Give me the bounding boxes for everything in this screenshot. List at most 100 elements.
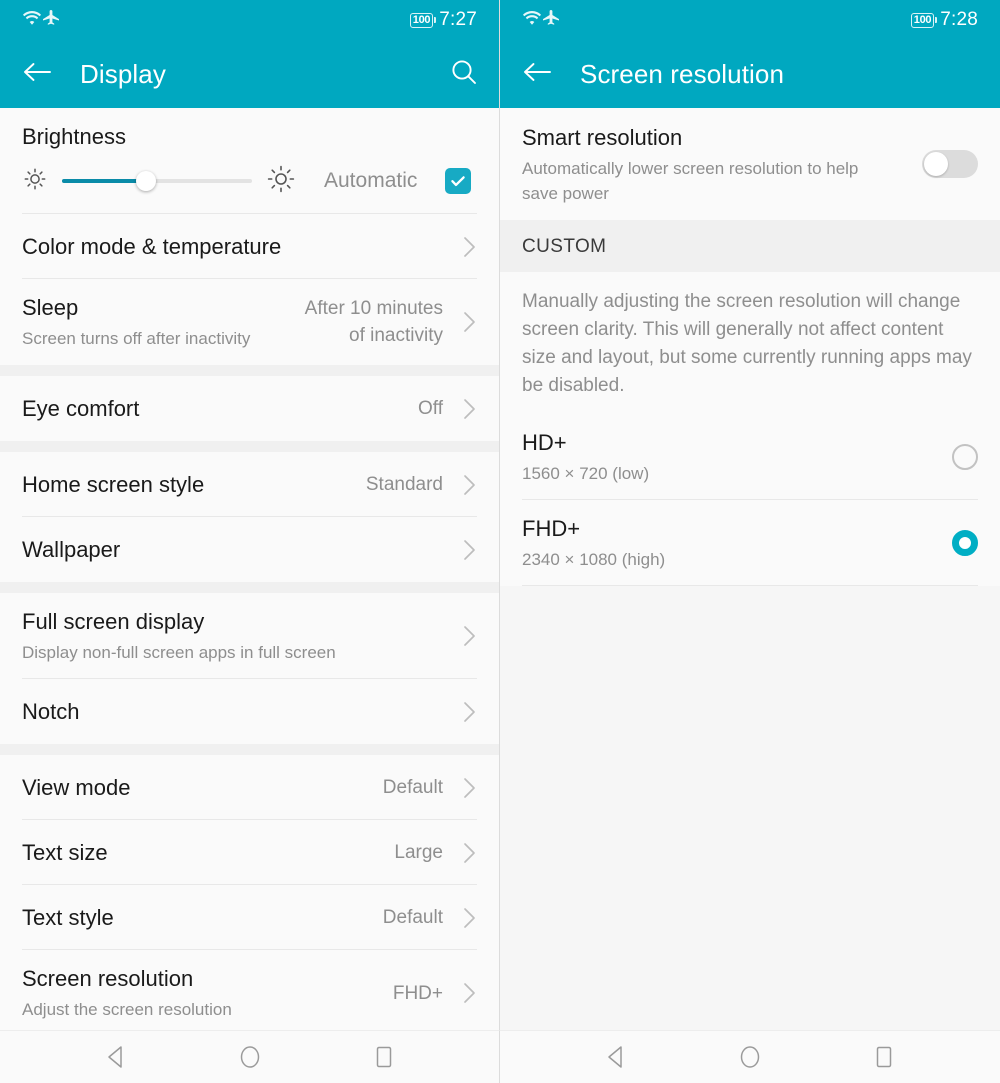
group-fullscreen-notch: Full screen display Display non-full scr… bbox=[0, 593, 499, 744]
radio-hd-plus[interactable] bbox=[952, 444, 978, 470]
slider-fill bbox=[62, 179, 146, 183]
row-title: Notch bbox=[22, 698, 80, 724]
row-view-mode[interactable]: View mode Default bbox=[0, 755, 499, 820]
row-option-fhd-plus[interactable]: FHD+ 2340 × 1080 (high) bbox=[500, 500, 1000, 586]
row-text-size[interactable]: Text size Large bbox=[0, 820, 499, 885]
wifi-icon bbox=[522, 10, 542, 31]
row-subtitle: Adjust the screen resolution bbox=[22, 1000, 232, 1019]
nav-recents-square-icon[interactable] bbox=[867, 1040, 901, 1074]
row-title: Smart resolution bbox=[522, 124, 683, 150]
row-color-mode-temperature[interactable]: Color mode & temperature bbox=[0, 214, 499, 279]
row-subtitle: Display non-full screen apps in full scr… bbox=[22, 643, 336, 662]
automatic-checkbox[interactable] bbox=[445, 168, 472, 194]
nav-back-triangle-icon[interactable] bbox=[599, 1040, 633, 1074]
app-bar-display: Display bbox=[0, 40, 499, 108]
row-text: Home screen style bbox=[22, 456, 366, 514]
toggle-knob bbox=[924, 152, 948, 176]
page-title: Display bbox=[80, 58, 166, 89]
row-value: FHD+ bbox=[392, 982, 443, 1004]
row-full-screen-display[interactable]: Full screen display Display non-full scr… bbox=[0, 593, 499, 679]
row-text: Text style bbox=[22, 889, 383, 947]
radio-fhd-plus[interactable] bbox=[952, 530, 978, 556]
status-bar-right: 100 7:28 bbox=[500, 0, 1000, 40]
chevron-right-icon bbox=[451, 538, 477, 562]
row-eye-comfort[interactable]: Eye comfort Off bbox=[0, 376, 499, 441]
row-subtitle: Automatically lower screen resolution to… bbox=[522, 158, 859, 203]
option-subtitle: 2340 × 1080 (high) bbox=[522, 550, 666, 569]
group-home-wallpaper: Home screen style Standard Wallpaper bbox=[0, 452, 499, 582]
chevron-right-icon bbox=[451, 624, 477, 648]
option-title: HD+ bbox=[522, 430, 567, 455]
option-subtitle: 1560 × 720 (low) bbox=[522, 464, 650, 483]
brightness-label: Brightness bbox=[22, 124, 126, 149]
row-value: Large bbox=[394, 842, 443, 863]
row-text-style[interactable]: Text style Default bbox=[0, 885, 499, 950]
chevron-right-icon bbox=[451, 906, 477, 930]
status-bar-right: 100 7:27 bbox=[409, 9, 477, 31]
nav-home-circle-icon[interactable] bbox=[733, 1040, 767, 1074]
custom-section-header: CUSTOM bbox=[500, 220, 1000, 272]
row-notch[interactable]: Notch bbox=[0, 679, 499, 744]
airplane-mode-icon bbox=[42, 9, 60, 31]
row-home-screen-style[interactable]: Home screen style Standard bbox=[0, 452, 499, 517]
battery-icon: 100 bbox=[910, 12, 938, 28]
smart-resolution-toggle[interactable] bbox=[922, 150, 978, 178]
search-icon[interactable] bbox=[449, 57, 479, 92]
back-arrow-icon[interactable] bbox=[522, 60, 552, 89]
row-title: Sleep bbox=[22, 295, 79, 320]
chevron-right-icon bbox=[451, 397, 477, 421]
chevron-right-icon bbox=[451, 776, 477, 800]
row-smart-resolution[interactable]: Smart resolution Automatically lower scr… bbox=[500, 108, 1000, 220]
row-value: Off bbox=[418, 398, 443, 419]
back-arrow-icon[interactable] bbox=[22, 60, 52, 89]
row-text: Notch bbox=[22, 683, 443, 741]
row-title: Home screen style bbox=[22, 471, 205, 497]
nav-home-circle-icon[interactable] bbox=[233, 1040, 267, 1074]
row-divider bbox=[522, 585, 978, 586]
row-text: Color mode & temperature bbox=[22, 218, 443, 276]
row-title: Text style bbox=[22, 904, 114, 930]
group-smart-resolution: Smart resolution Automatically lower scr… bbox=[500, 108, 1000, 220]
row-subtitle: Screen turns off after inactivity bbox=[22, 329, 251, 348]
group-brightness-color-sleep: Brightness Automatic Color mode & temper… bbox=[0, 108, 499, 365]
nav-back-triangle-icon[interactable] bbox=[99, 1040, 133, 1074]
group-eye-comfort: Eye comfort Off bbox=[0, 376, 499, 441]
row-option-hd-plus[interactable]: HD+ 1560 × 720 (low) bbox=[500, 414, 1000, 500]
clock: 7:28 bbox=[940, 9, 978, 30]
screen-resolution-screen: 100 7:28 Screen resolution Smart resolut… bbox=[500, 0, 1000, 1030]
group-view-text-resolution: View mode Default Text size Large Text s… bbox=[0, 755, 499, 1030]
navigation-bar-right bbox=[500, 1030, 1000, 1083]
status-bar-left: 100 7:27 bbox=[0, 0, 499, 40]
row-title: Text size bbox=[22, 839, 108, 865]
chevron-right-icon bbox=[451, 700, 477, 724]
automatic-label: Automatic bbox=[324, 169, 418, 192]
wifi-icon bbox=[22, 10, 42, 31]
row-title: Eye comfort bbox=[22, 395, 140, 421]
brightness-slider[interactable] bbox=[62, 171, 252, 191]
option-title: FHD+ bbox=[522, 516, 581, 541]
row-title: View mode bbox=[22, 774, 131, 800]
brightness-high-icon bbox=[266, 164, 296, 199]
airplane-mode-icon bbox=[542, 9, 560, 31]
dual-screenshot-container: 100 7:27 Display Brightness Automatic Co… bbox=[0, 0, 1000, 1030]
brightness-low-icon bbox=[22, 166, 48, 197]
row-screen-resolution[interactable]: Screen resolution Adjust the screen reso… bbox=[0, 950, 499, 1030]
row-text: Screen resolution Adjust the screen reso… bbox=[22, 950, 393, 1030]
row-text: Smart resolution Automatically lower scr… bbox=[522, 109, 908, 220]
slider-thumb[interactable] bbox=[135, 171, 156, 191]
navigation-bars bbox=[0, 1030, 1000, 1083]
chevron-right-icon bbox=[451, 310, 477, 334]
row-sleep[interactable]: Sleep Screen turns off after inactivity … bbox=[0, 279, 499, 365]
row-wallpaper[interactable]: Wallpaper bbox=[0, 517, 499, 582]
row-text: Wallpaper bbox=[22, 521, 443, 579]
row-title: Color mode & temperature bbox=[22, 233, 282, 259]
navigation-bar-left bbox=[0, 1030, 500, 1083]
clock: 7:27 bbox=[439, 9, 477, 30]
row-text: Full screen display Display non-full scr… bbox=[22, 593, 443, 679]
row-title: Screen resolution bbox=[22, 966, 194, 991]
row-text: FHD+ 2340 × 1080 (high) bbox=[522, 500, 938, 586]
group-custom-options: Manually adjusting the screen resolution… bbox=[500, 272, 1000, 586]
nav-recents-square-icon[interactable] bbox=[367, 1040, 401, 1074]
custom-description: Manually adjusting the screen resolution… bbox=[500, 272, 1000, 414]
row-text: Eye comfort bbox=[22, 380, 418, 438]
